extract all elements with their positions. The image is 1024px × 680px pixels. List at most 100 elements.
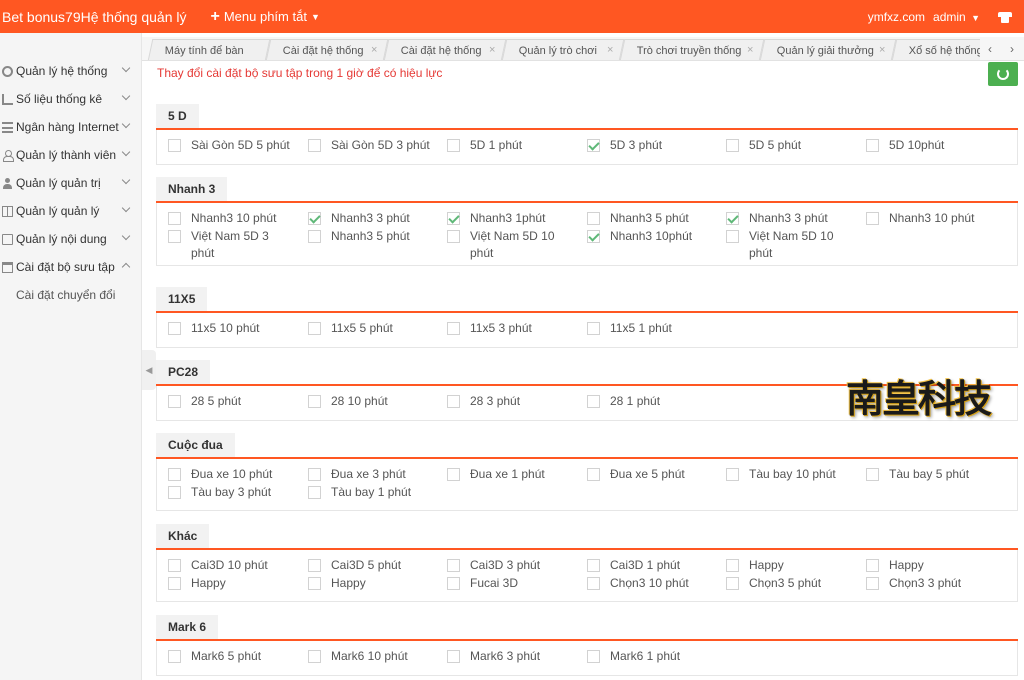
refresh-button[interactable] (988, 62, 1018, 86)
tab-prize-management[interactable]: Quản lý giải thưởng × (759, 39, 897, 60)
tab-system-settings-1[interactable]: Cài đặt hệ thống × (265, 39, 389, 60)
option-checkbox[interactable]: Mark6 10 phút (308, 648, 443, 665)
option-checkbox[interactable]: 5D 1 phút (447, 137, 582, 154)
user-menu[interactable]: admin ▼ (933, 10, 980, 24)
checkbox-empty-icon[interactable] (726, 468, 739, 481)
theme-shirt-icon[interactable] (998, 11, 1012, 23)
checkbox-empty-icon[interactable] (308, 230, 321, 243)
checkbox-empty-icon[interactable] (168, 468, 181, 481)
close-icon[interactable]: × (489, 44, 495, 56)
checkbox-empty-icon[interactable] (168, 139, 181, 152)
tab-system-settings-2[interactable]: Cài đặt hệ thống × (383, 39, 507, 60)
option-checkbox[interactable]: Tàu bay 3 phút (168, 484, 303, 501)
option-checkbox[interactable]: Đua xe 1 phút (447, 466, 582, 483)
option-checkbox[interactable]: Happy (308, 575, 443, 592)
close-icon[interactable]: × (879, 44, 885, 56)
option-checkbox[interactable]: Cai3D 5 phút (308, 557, 443, 574)
checkbox-empty-icon[interactable] (447, 577, 460, 590)
option-checkbox[interactable]: Cai3D 1 phút (587, 557, 722, 574)
checkbox-checked-icon[interactable] (587, 139, 600, 152)
option-checkbox[interactable]: 11x5 1 phút (587, 320, 722, 337)
sidebar-item-system[interactable]: Quản lý hệ thống (0, 57, 141, 85)
checkbox-empty-icon[interactable] (447, 559, 460, 572)
option-checkbox[interactable]: 11x5 10 phút (168, 320, 303, 337)
option-checkbox[interactable]: Nhanh3 10 phút (866, 210, 1001, 227)
option-checkbox[interactable]: Sài Gòn 5D 3 phút (308, 137, 443, 154)
checkbox-empty-icon[interactable] (587, 322, 600, 335)
option-checkbox[interactable]: Nhanh3 3 phút (308, 210, 443, 227)
option-checkbox[interactable]: Happy (168, 575, 303, 592)
option-checkbox[interactable]: Tàu bay 1 phút (308, 484, 443, 501)
checkbox-checked-icon[interactable] (726, 212, 739, 225)
option-checkbox[interactable]: Chọn3 5 phút (726, 575, 861, 592)
option-checkbox[interactable]: 28 5 phút (168, 393, 303, 410)
option-checkbox[interactable]: Đua xe 3 phút (308, 466, 443, 483)
option-checkbox[interactable]: Fucai 3D (447, 575, 582, 592)
option-checkbox[interactable]: Chọn3 3 phút (866, 575, 1001, 592)
domain-link[interactable]: ymfxz.com (868, 10, 925, 24)
checkbox-empty-icon[interactable] (726, 559, 739, 572)
checkbox-empty-icon[interactable] (308, 139, 321, 152)
checkbox-empty-icon[interactable] (447, 139, 460, 152)
checkbox-empty-icon[interactable] (866, 559, 879, 572)
option-checkbox[interactable]: Việt Nam 5D 10 phút (447, 228, 565, 262)
close-icon[interactable]: × (371, 44, 377, 56)
option-checkbox[interactable]: Mark6 5 phút (168, 648, 303, 665)
checkbox-empty-icon[interactable] (308, 559, 321, 572)
checkbox-empty-icon[interactable] (168, 577, 181, 590)
option-checkbox[interactable]: Nhanh3 10 phút (168, 210, 303, 227)
sidebar-item-statistics[interactable]: Số liệu thống kê (0, 85, 141, 113)
tab-traditional-games[interactable]: Trò chơi truyền thống × (619, 39, 765, 60)
checkbox-checked-icon[interactable] (587, 230, 600, 243)
option-checkbox[interactable]: Nhanh3 3 phút (726, 210, 861, 227)
option-checkbox[interactable]: 5D 10phút (866, 137, 1001, 154)
option-checkbox[interactable]: Đua xe 10 phút (168, 466, 303, 483)
checkbox-empty-icon[interactable] (447, 650, 460, 663)
checkbox-checked-icon[interactable] (308, 212, 321, 225)
checkbox-empty-icon[interactable] (866, 212, 879, 225)
sidebar-item-collection[interactable]: Cài đặt bộ sưu tập (0, 253, 141, 281)
checkbox-empty-icon[interactable] (866, 577, 879, 590)
option-checkbox[interactable]: Mark6 1 phút (587, 648, 722, 665)
tab-game-management[interactable]: Quản lý trò chơi × (501, 39, 625, 60)
checkbox-checked-icon[interactable] (447, 212, 460, 225)
sidebar-subitem-conversion[interactable]: Cài đặt chuyển đổi (0, 281, 141, 309)
option-checkbox[interactable]: 28 10 phút (308, 393, 443, 410)
option-checkbox[interactable]: Cai3D 3 phút (447, 557, 582, 574)
option-checkbox[interactable]: 28 1 phút (587, 393, 722, 410)
checkbox-empty-icon[interactable] (726, 577, 739, 590)
checkbox-empty-icon[interactable] (308, 322, 321, 335)
checkbox-empty-icon[interactable] (866, 139, 879, 152)
sidebar-collapse-handle[interactable]: ◀ (142, 350, 156, 390)
checkbox-empty-icon[interactable] (168, 559, 181, 572)
checkbox-empty-icon[interactable] (447, 395, 460, 408)
option-checkbox[interactable]: 11x5 5 phút (308, 320, 443, 337)
sidebar-item-internet-bank[interactable]: Ngân hàng Internet (0, 113, 141, 141)
tab-scroll-left-button[interactable]: ‹ (980, 37, 1000, 60)
option-checkbox[interactable]: Happy (726, 557, 861, 574)
checkbox-empty-icon[interactable] (308, 577, 321, 590)
close-icon[interactable]: × (607, 44, 613, 56)
checkbox-empty-icon[interactable] (587, 212, 600, 225)
checkbox-empty-icon[interactable] (308, 395, 321, 408)
checkbox-empty-icon[interactable] (726, 230, 739, 243)
option-checkbox[interactable]: Nhanh3 1phút (447, 210, 582, 227)
tab-desktop[interactable]: Máy tính để bàn (147, 39, 271, 60)
checkbox-empty-icon[interactable] (587, 559, 600, 572)
checkbox-empty-icon[interactable] (308, 468, 321, 481)
menu-shortcut-button[interactable]: + Menu phím tắt ▼ (210, 8, 319, 26)
option-checkbox[interactable]: Nhanh3 10phút (587, 228, 722, 245)
option-checkbox[interactable]: Happy (866, 557, 1001, 574)
checkbox-empty-icon[interactable] (447, 230, 460, 243)
option-checkbox[interactable]: Tàu bay 5 phút (866, 466, 1001, 483)
option-checkbox[interactable]: Sài Gòn 5D 5 phút (168, 137, 303, 154)
tab-scroll-right-button[interactable]: › (1002, 37, 1022, 60)
option-checkbox[interactable]: 28 3 phút (447, 393, 582, 410)
checkbox-empty-icon[interactable] (447, 468, 460, 481)
option-checkbox[interactable]: Chọn3 10 phút (587, 575, 722, 592)
option-checkbox[interactable]: 5D 5 phút (726, 137, 861, 154)
option-checkbox[interactable]: Mark6 3 phút (447, 648, 582, 665)
checkbox-empty-icon[interactable] (726, 139, 739, 152)
checkbox-empty-icon[interactable] (168, 212, 181, 225)
option-checkbox[interactable]: Việt Nam 5D 3 phút (168, 228, 286, 262)
